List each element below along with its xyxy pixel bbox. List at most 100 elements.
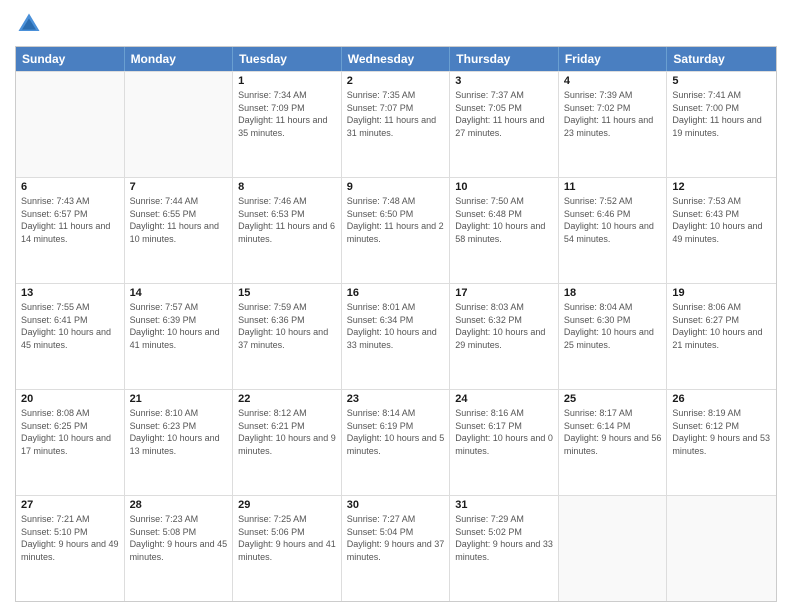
cal-cell-4-3: 30 Sunrise: 7:27 AM Sunset: 5:04 PM Dayli… <box>342 496 451 601</box>
cal-cell-3-1: 21 Sunrise: 8:10 AM Sunset: 6:23 PM Dayli… <box>125 390 234 495</box>
logo-icon <box>15 10 43 38</box>
day-number: 1 <box>238 75 336 87</box>
day-number: 27 <box>21 499 119 511</box>
sun-info: Sunrise: 8:14 AM Sunset: 6:19 PM Dayligh… <box>347 407 445 457</box>
week-row-4: 20Sunrise: 8:08 AM Sunset: 6:25 PM Dayli… <box>16 389 776 495</box>
day-number: 24 <box>455 393 553 405</box>
sun-info: Sunrise: 8:10 AM Sunset: 6:23 PM Dayligh… <box>130 407 228 457</box>
day-number: 28 <box>130 499 228 511</box>
sun-info: Sunrise: 7:59 AM Sunset: 6:36 PM Dayligh… <box>238 301 336 351</box>
cal-cell-3-2: 22 Sunrise: 8:12 AM Sunset: 6:21 PM Dayli… <box>233 390 342 495</box>
cal-cell-2-0: 13 Sunrise: 7:55 AM Sunset: 6:41 PM Dayli… <box>16 284 125 389</box>
sun-info: Sunrise: 7:34 AM Sunset: 7:09 PM Dayligh… <box>238 89 336 139</box>
day-number: 9 <box>347 181 445 193</box>
day-number: 4 <box>564 75 662 87</box>
cal-cell-2-3: 16 Sunrise: 8:01 AM Sunset: 6:34 PM Dayli… <box>342 284 451 389</box>
sun-info: Sunrise: 7:41 AM Sunset: 7:00 PM Dayligh… <box>672 89 771 139</box>
day-number: 16 <box>347 287 445 299</box>
cal-cell-1-6: 12 Sunrise: 7:53 AM Sunset: 6:43 PM Dayli… <box>667 178 776 283</box>
col-monday: Monday <box>125 47 234 71</box>
header <box>15 10 777 38</box>
day-number: 12 <box>672 181 771 193</box>
sun-info: Sunrise: 8:06 AM Sunset: 6:27 PM Dayligh… <box>672 301 771 351</box>
sun-info: Sunrise: 7:27 AM Sunset: 5:04 PM Dayligh… <box>347 513 445 563</box>
day-number: 14 <box>130 287 228 299</box>
sun-info: Sunrise: 7:21 AM Sunset: 5:10 PM Dayligh… <box>21 513 119 563</box>
cal-cell-2-5: 18 Sunrise: 8:04 AM Sunset: 6:30 PM Dayli… <box>559 284 668 389</box>
sun-info: Sunrise: 8:04 AM Sunset: 6:30 PM Dayligh… <box>564 301 662 351</box>
cal-cell-0-1 <box>125 72 234 177</box>
sun-info: Sunrise: 8:01 AM Sunset: 6:34 PM Dayligh… <box>347 301 445 351</box>
day-number: 10 <box>455 181 553 193</box>
cal-cell-2-4: 17Sunrise: 8:03 AM Sunset: 6:32 PM Dayli… <box>450 284 559 389</box>
sun-info: Sunrise: 7:53 AM Sunset: 6:43 PM Dayligh… <box>672 195 771 245</box>
cal-cell-0-3: 2Sunrise: 7:35 AM Sunset: 7:07 PM Daylig… <box>342 72 451 177</box>
day-number: 22 <box>238 393 336 405</box>
day-number: 8 <box>238 181 336 193</box>
col-sunday: Sunday <box>16 47 125 71</box>
sun-info: Sunrise: 7:37 AM Sunset: 7:05 PM Dayligh… <box>455 89 553 139</box>
cal-cell-1-0: 6 Sunrise: 7:43 AM Sunset: 6:57 PM Daylig… <box>16 178 125 283</box>
day-number: 11 <box>564 181 662 193</box>
cal-cell-0-0 <box>16 72 125 177</box>
week-row-3: 13 Sunrise: 7:55 AM Sunset: 6:41 PM Dayli… <box>16 283 776 389</box>
cal-cell-1-5: 11 Sunrise: 7:52 AM Sunset: 6:46 PM Dayli… <box>559 178 668 283</box>
cal-cell-4-2: 29 Sunrise: 7:25 AM Sunset: 5:06 PM Dayli… <box>233 496 342 601</box>
sun-info: Sunrise: 8:17 AM Sunset: 6:14 PM Dayligh… <box>564 407 662 457</box>
page: Sunday Monday Tuesday Wednesday Thursday… <box>0 0 792 612</box>
sun-info: Sunrise: 8:12 AM Sunset: 6:21 PM Dayligh… <box>238 407 336 457</box>
day-number: 30 <box>347 499 445 511</box>
cal-cell-3-0: 20Sunrise: 8:08 AM Sunset: 6:25 PM Dayli… <box>16 390 125 495</box>
day-number: 23 <box>347 393 445 405</box>
calendar-body: 1 Sunrise: 7:34 AM Sunset: 7:09 PM Daylig… <box>16 71 776 601</box>
cal-cell-2-6: 19 Sunrise: 8:06 AM Sunset: 6:27 PM Dayli… <box>667 284 776 389</box>
sun-info: Sunrise: 7:57 AM Sunset: 6:39 PM Dayligh… <box>130 301 228 351</box>
sun-info: Sunrise: 8:19 AM Sunset: 6:12 PM Dayligh… <box>672 407 771 457</box>
sun-info: Sunrise: 7:39 AM Sunset: 7:02 PM Dayligh… <box>564 89 662 139</box>
cal-cell-4-6 <box>667 496 776 601</box>
cal-cell-1-3: 9 Sunrise: 7:48 AM Sunset: 6:50 PM Daylig… <box>342 178 451 283</box>
week-row-5: 27 Sunrise: 7:21 AM Sunset: 5:10 PM Dayli… <box>16 495 776 601</box>
sun-info: Sunrise: 7:52 AM Sunset: 6:46 PM Dayligh… <box>564 195 662 245</box>
calendar: Sunday Monday Tuesday Wednesday Thursday… <box>15 46 777 602</box>
cal-cell-4-5 <box>559 496 668 601</box>
cal-cell-4-1: 28 Sunrise: 7:23 AM Sunset: 5:08 PM Dayli… <box>125 496 234 601</box>
day-number: 13 <box>21 287 119 299</box>
sun-info: Sunrise: 7:50 AM Sunset: 6:48 PM Dayligh… <box>455 195 553 245</box>
sun-info: Sunrise: 7:46 AM Sunset: 6:53 PM Dayligh… <box>238 195 336 245</box>
cal-cell-3-6: 26Sunrise: 8:19 AM Sunset: 6:12 PM Dayli… <box>667 390 776 495</box>
sun-info: Sunrise: 7:43 AM Sunset: 6:57 PM Dayligh… <box>21 195 119 245</box>
cal-cell-0-2: 1 Sunrise: 7:34 AM Sunset: 7:09 PM Daylig… <box>233 72 342 177</box>
sun-info: Sunrise: 7:29 AM Sunset: 5:02 PM Dayligh… <box>455 513 553 563</box>
sun-info: Sunrise: 7:48 AM Sunset: 6:50 PM Dayligh… <box>347 195 445 245</box>
logo <box>15 10 47 38</box>
day-number: 5 <box>672 75 771 87</box>
cal-cell-3-3: 23 Sunrise: 8:14 AM Sunset: 6:19 PM Dayli… <box>342 390 451 495</box>
sun-info: Sunrise: 7:23 AM Sunset: 5:08 PM Dayligh… <box>130 513 228 563</box>
day-number: 19 <box>672 287 771 299</box>
col-tuesday: Tuesday <box>233 47 342 71</box>
sun-info: Sunrise: 8:08 AM Sunset: 6:25 PM Dayligh… <box>21 407 119 457</box>
col-thursday: Thursday <box>450 47 559 71</box>
cal-cell-0-5: 4 Sunrise: 7:39 AM Sunset: 7:02 PM Daylig… <box>559 72 668 177</box>
col-wednesday: Wednesday <box>342 47 451 71</box>
day-number: 3 <box>455 75 553 87</box>
day-number: 2 <box>347 75 445 87</box>
day-number: 15 <box>238 287 336 299</box>
cal-cell-2-2: 15 Sunrise: 7:59 AM Sunset: 6:36 PM Dayli… <box>233 284 342 389</box>
day-number: 21 <box>130 393 228 405</box>
sun-info: Sunrise: 7:55 AM Sunset: 6:41 PM Dayligh… <box>21 301 119 351</box>
day-number: 6 <box>21 181 119 193</box>
day-number: 18 <box>564 287 662 299</box>
day-number: 29 <box>238 499 336 511</box>
day-number: 31 <box>455 499 553 511</box>
day-number: 7 <box>130 181 228 193</box>
cal-cell-1-4: 10 Sunrise: 7:50 AM Sunset: 6:48 PM Dayli… <box>450 178 559 283</box>
cal-cell-4-0: 27 Sunrise: 7:21 AM Sunset: 5:10 PM Dayli… <box>16 496 125 601</box>
sun-info: Sunrise: 7:25 AM Sunset: 5:06 PM Dayligh… <box>238 513 336 563</box>
calendar-header-row: Sunday Monday Tuesday Wednesday Thursday… <box>16 47 776 71</box>
week-row-2: 6 Sunrise: 7:43 AM Sunset: 6:57 PM Daylig… <box>16 177 776 283</box>
cal-cell-2-1: 14 Sunrise: 7:57 AM Sunset: 6:39 PM Dayli… <box>125 284 234 389</box>
cal-cell-1-1: 7Sunrise: 7:44 AM Sunset: 6:55 PM Daylig… <box>125 178 234 283</box>
cal-cell-0-4: 3 Sunrise: 7:37 AM Sunset: 7:05 PM Daylig… <box>450 72 559 177</box>
